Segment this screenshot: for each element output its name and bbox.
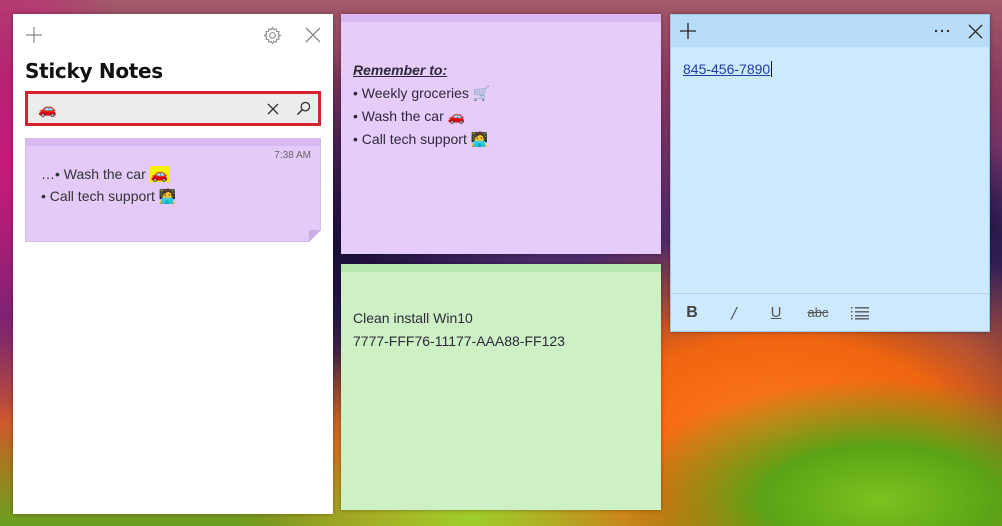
note-preview-line: • Call tech support 🧑‍💻	[41, 188, 177, 204]
clear-search-button[interactable]	[258, 94, 288, 123]
search-icon	[296, 101, 310, 116]
format-toolbar: B / U abc	[671, 293, 989, 331]
close-icon	[267, 103, 279, 114]
sticky-note-green[interactable]: Clean install Win10 7777-FFF76-11177-AAA…	[341, 264, 661, 510]
list-titlebar	[13, 14, 333, 56]
note-preview: …• Wash the car 🚗 • Call tech support 🧑‍…	[41, 163, 176, 207]
search-button[interactable]	[288, 94, 318, 123]
plus-icon[interactable]	[677, 20, 699, 42]
note-preview-text: …• Wash the car	[41, 166, 150, 182]
bullets-button[interactable]	[839, 294, 881, 332]
note-content[interactable]: Remember to: • Weekly groceries 🛒 • Wash…	[353, 59, 490, 151]
app-title: Sticky Notes	[25, 59, 163, 83]
note-content[interactable]: Clean install Win10 7777-FFF76-11177-AAA…	[353, 307, 565, 353]
close-icon[interactable]	[964, 20, 986, 42]
underline-button[interactable]: U	[755, 294, 797, 332]
list-icon	[851, 306, 869, 319]
phone-number-link[interactable]: 845-456-7890	[683, 61, 773, 77]
more-icon[interactable]	[931, 20, 953, 42]
note-list-item: • Weekly groceries 🛒	[353, 85, 491, 101]
sticky-note-purple[interactable]: Remember to: • Weekly groceries 🛒 • Wash…	[341, 14, 661, 254]
search-match-highlight: 🚗	[149, 166, 170, 182]
note-card-accent	[26, 139, 320, 146]
note-heading: Remember to:	[353, 62, 448, 78]
note-list-item: • Call tech support 🧑‍💻	[353, 131, 489, 147]
sticky-note-blue[interactable]: 845-456-7890 B / U abc	[670, 14, 990, 332]
note-line: 7777-FFF76-11177-AAA88-FF123	[353, 333, 565, 349]
note-preview-line: …• Wash the car 🚗	[41, 163, 176, 185]
strikethrough-button[interactable]: abc	[797, 294, 839, 332]
note-line: Clean install Win10	[353, 310, 473, 326]
plus-icon[interactable]	[23, 24, 45, 46]
note-timestamp: 7:38 AM	[274, 150, 311, 161]
note-list-item: • Wash the car 🚗	[353, 108, 466, 124]
italic-button[interactable]: /	[713, 294, 755, 332]
close-icon[interactable]	[302, 24, 324, 46]
search-input[interactable]	[28, 94, 258, 123]
bold-button[interactable]: B	[671, 294, 713, 332]
search-box	[25, 91, 321, 126]
sticky-notes-list-window: Sticky Notes 7:38 AM …• Wash the car 🚗 •…	[13, 14, 333, 514]
search-result-note[interactable]: 7:38 AM …• Wash the car 🚗 • Call tech su…	[25, 138, 321, 242]
note-titlebar	[671, 15, 989, 47]
note-header-bar	[341, 14, 661, 22]
page-fold-icon	[309, 230, 321, 242]
gear-icon[interactable]	[261, 24, 283, 46]
note-header-bar	[341, 264, 661, 272]
